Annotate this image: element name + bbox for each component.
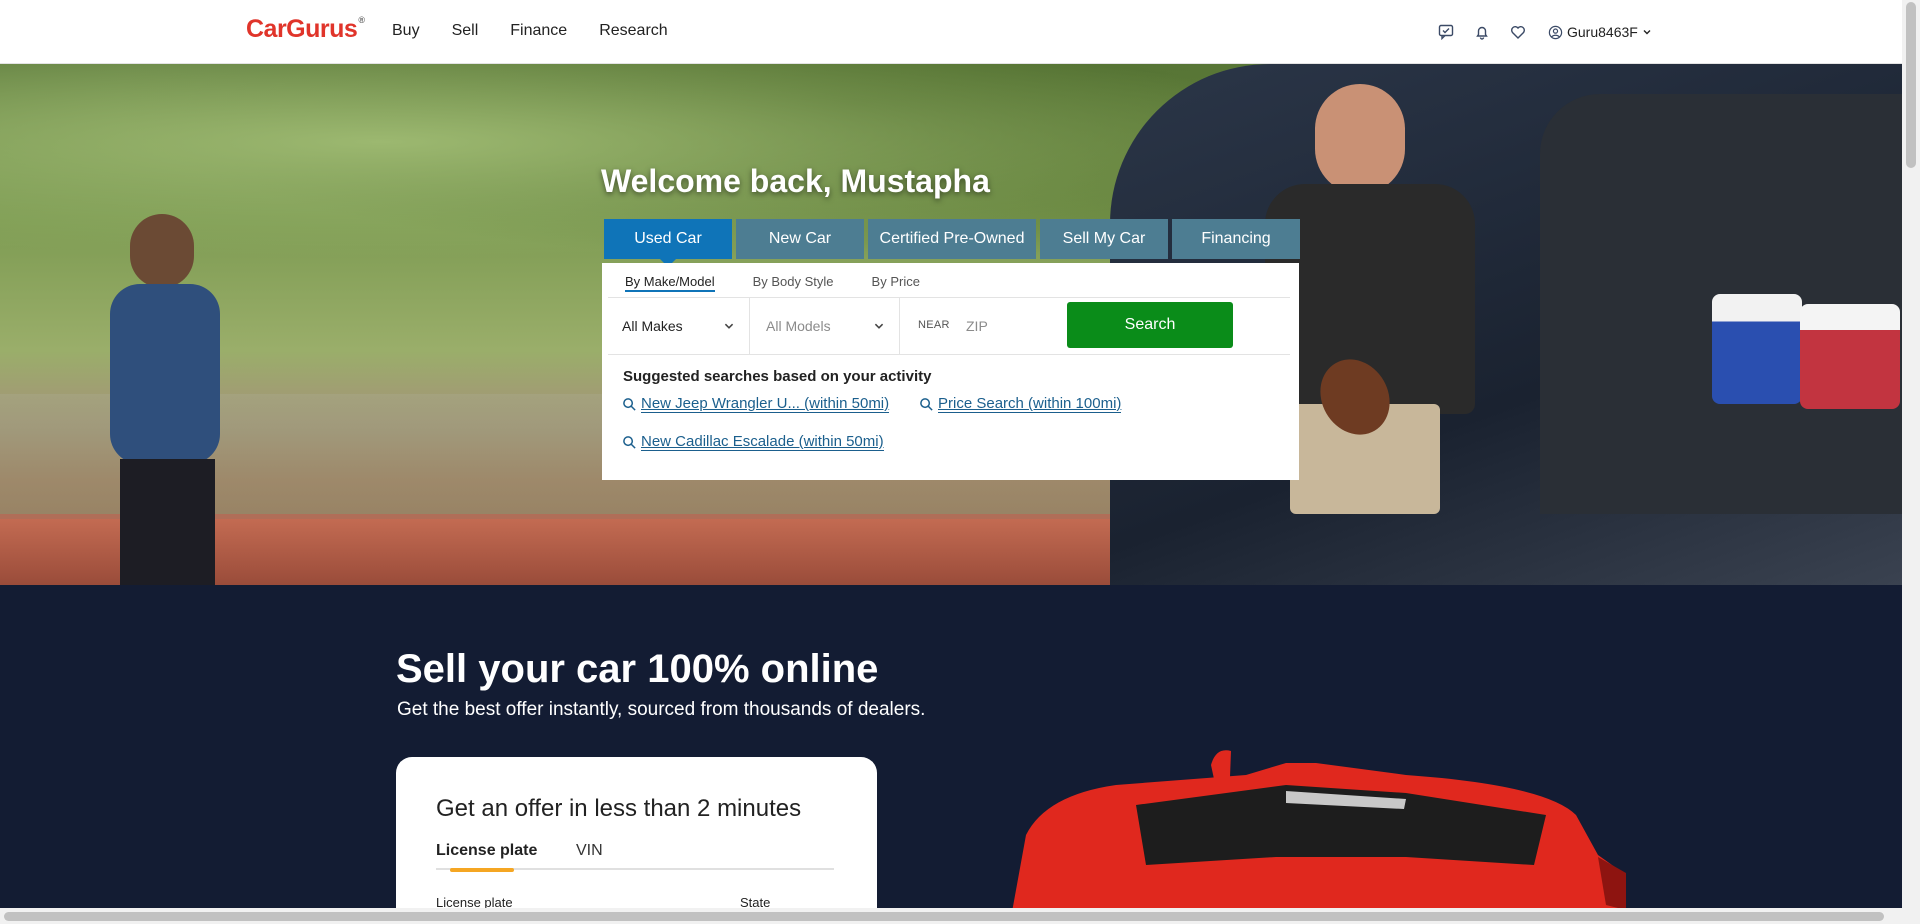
header-actions: Guru8463F: [1434, 20, 1652, 44]
sell-car-section: Sell your car 100% online Get the best o…: [0, 585, 1902, 908]
horizontal-scroll-thumb[interactable]: [4, 912, 1884, 921]
suggested-search-label: New Jeep Wrangler U... (within 50mi): [641, 395, 890, 413]
tab-license-plate[interactable]: License plate: [436, 842, 537, 860]
makes-select[interactable]: All Makes: [608, 298, 750, 354]
search-icon: [623, 435, 636, 449]
hero-blue-cooler: [1712, 294, 1802, 404]
search-icon: [623, 397, 636, 411]
subtab-by-body-style[interactable]: By Body Style: [753, 274, 834, 292]
logo-text[interactable]: CarGurus: [246, 15, 358, 43]
vertical-scroll-thumb[interactable]: [1906, 2, 1916, 168]
hero-child-figure: [100, 214, 240, 585]
near-label: NEAR: [918, 319, 950, 331]
hero-red-cooler: [1800, 304, 1900, 409]
notifications-bell-icon[interactable]: [1470, 20, 1494, 44]
cargurus-logo[interactable]: CarGurus®: [246, 15, 365, 44]
sell-subheading: Get the best offer instantly, sourced fr…: [397, 699, 926, 720]
suggested-search-label: Price Search (within 100mi): [938, 395, 1122, 413]
tab-new-car[interactable]: New Car: [736, 219, 864, 259]
license-plate-field-label: License plate: [436, 895, 513, 908]
horizontal-scrollbar[interactable]: [0, 908, 1920, 924]
suggested-searches-title: Suggested searches based on your activit…: [623, 368, 932, 385]
offer-card-title: Get an offer in less than 2 minutes: [436, 795, 802, 822]
tab-certified-pre-owned[interactable]: Certified Pre-Owned: [868, 219, 1036, 259]
models-select-value: All Models: [766, 318, 831, 334]
main-nav: Buy Sell Finance Research: [392, 22, 668, 40]
search-button[interactable]: Search: [1067, 302, 1233, 348]
sell-heading: Sell your car 100% online: [396, 647, 879, 691]
user-avatar-icon: [1548, 25, 1563, 39]
state-field-label: State: [740, 895, 771, 908]
tab-used-car[interactable]: Used Car: [604, 219, 732, 267]
subtab-by-price[interactable]: By Price: [872, 274, 920, 292]
search-form-row: All Makes All Models NEAR Search: [608, 297, 1290, 355]
nav-finance[interactable]: Finance: [510, 22, 567, 40]
red-car-image: [1012, 750, 1626, 908]
site-header: CarGurus® Buy Sell Finance Research Guru…: [0, 0, 1902, 64]
suggested-search-label: New Cadillac Escalade (within 50mi): [641, 433, 884, 451]
chevron-down-icon: [874, 323, 884, 329]
makes-select-value: All Makes: [622, 318, 683, 334]
nav-buy[interactable]: Buy: [392, 22, 420, 40]
vertical-scrollbar[interactable]: [1902, 0, 1920, 908]
logo-registered-mark: ®: [358, 15, 365, 25]
welcome-heading: Welcome back, Mustapha: [601, 163, 990, 199]
search-panel: By Make/Model By Body Style By Price All…: [602, 263, 1299, 480]
search-type-tabs: Used Car New Car Certified Pre-Owned Sel…: [604, 219, 1300, 267]
username-label: Guru8463F: [1567, 24, 1638, 40]
suggested-search-link[interactable]: New Jeep Wrangler U... (within 50mi): [622, 395, 890, 413]
nav-research[interactable]: Research: [599, 22, 667, 40]
tab-sell-my-car[interactable]: Sell My Car: [1040, 219, 1168, 259]
offer-input-tabs: License plate VIN: [436, 842, 834, 872]
messages-icon[interactable]: [1434, 20, 1458, 44]
nav-sell[interactable]: Sell: [452, 22, 479, 40]
models-select[interactable]: All Models: [752, 298, 900, 354]
search-mode-subtabs: By Make/Model By Body Style By Price: [625, 274, 920, 292]
active-tab-indicator: [450, 868, 514, 872]
search-icon: [920, 397, 933, 411]
tab-vin[interactable]: VIN: [576, 842, 603, 860]
saved-heart-icon[interactable]: [1506, 20, 1530, 44]
zip-input[interactable]: [958, 310, 1048, 342]
user-menu[interactable]: Guru8463F: [1548, 24, 1652, 40]
chevron-down-icon: [1643, 30, 1651, 35]
chevron-down-icon: [724, 323, 734, 329]
suggested-search-link[interactable]: Price Search (within 100mi): [919, 395, 1122, 413]
subtab-by-make-model[interactable]: By Make/Model: [625, 274, 715, 292]
offer-card: Get an offer in less than 2 minutes Lice…: [396, 757, 877, 908]
suggested-search-link[interactable]: New Cadillac Escalade (within 50mi): [622, 433, 884, 451]
tab-financing[interactable]: Financing: [1172, 219, 1300, 259]
